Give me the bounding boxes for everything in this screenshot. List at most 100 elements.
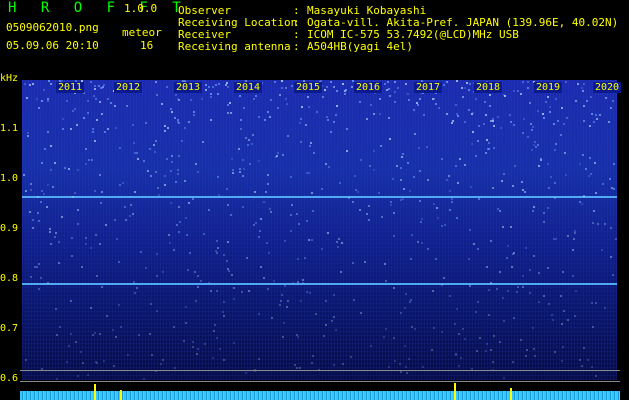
noise-speck (565, 173, 568, 176)
noise-speck (192, 110, 195, 113)
noise-speck (461, 95, 464, 98)
noise-speck (227, 86, 230, 89)
noise-speck (609, 226, 612, 229)
noise-speck (520, 181, 523, 184)
noise-speck (393, 234, 396, 237)
noise-speck (107, 127, 110, 130)
noise-speck (506, 257, 508, 260)
noise-speck (609, 256, 612, 259)
noise-speck (372, 168, 375, 171)
noise-speck (399, 370, 402, 373)
noise-speck (553, 196, 556, 199)
noise-speck (324, 163, 327, 166)
noise-speck (487, 313, 490, 316)
noise-speck (286, 135, 289, 138)
noise-speck (276, 107, 279, 110)
noise-speck (133, 191, 136, 194)
noise-speck (370, 104, 373, 106)
noise-speck (197, 286, 200, 289)
noise-speck (431, 289, 434, 292)
noise-speck (192, 114, 195, 117)
noise-speck (299, 117, 302, 120)
noise-speck (426, 146, 429, 149)
noise-speck (267, 111, 270, 114)
noise-speck (460, 357, 463, 360)
noise-speck (40, 200, 43, 203)
noise-speck (308, 239, 311, 242)
noise-speck (492, 119, 495, 122)
noise-speck (410, 325, 413, 328)
noise-speck (162, 270, 165, 273)
noise-speck (211, 357, 214, 360)
noise-speck (436, 206, 439, 209)
noise-speck (417, 240, 420, 243)
noise-speck (228, 270, 230, 273)
noise-speck (239, 171, 242, 174)
noise-speck (311, 355, 314, 358)
noise-speck (226, 111, 229, 114)
noise-speck (366, 213, 369, 216)
noise-speck (47, 98, 50, 101)
noise-speck (597, 223, 600, 226)
carrier-trace-upper (22, 196, 617, 198)
noise-speck (37, 263, 40, 266)
noise-speck (323, 334, 326, 337)
noise-speck (364, 261, 367, 264)
noise-speck (409, 189, 412, 192)
noise-speck (332, 315, 335, 318)
noise-speck (562, 345, 565, 348)
noise-speck (454, 103, 457, 106)
noise-speck (345, 127, 348, 130)
noise-speck (241, 291, 244, 294)
noise-speck (407, 358, 410, 361)
noise-speck (81, 361, 84, 364)
noise-speck (332, 293, 335, 296)
x-tick-label: 2013 (174, 82, 203, 93)
noise-speck (448, 209, 451, 212)
noise-speck (92, 130, 95, 133)
noise-speck (538, 272, 541, 275)
noise-speck (199, 280, 202, 283)
noise-speck (484, 113, 487, 116)
noise-speck (281, 293, 284, 296)
noise-speck (253, 223, 256, 226)
noise-speck (538, 301, 541, 304)
noise-speck (94, 98, 97, 101)
noise-speck (530, 123, 533, 126)
noise-speck (155, 139, 158, 142)
noise-speck (311, 192, 314, 195)
noise-speck (467, 258, 470, 261)
noise-speck (124, 219, 127, 222)
noise-speck (607, 121, 610, 124)
noise-speck (63, 166, 66, 169)
meta-key: Receiving Location (178, 16, 298, 29)
noise-speck (443, 277, 446, 280)
baseline-upper (20, 370, 620, 371)
noise-speck (289, 175, 292, 178)
noise-speck (426, 179, 429, 182)
noise-speck (554, 142, 557, 145)
noise-speck (90, 307, 93, 310)
noise-speck (243, 106, 246, 109)
noise-speck (91, 334, 94, 337)
noise-speck (489, 120, 492, 123)
noise-speck (543, 211, 546, 214)
noise-speck (456, 216, 459, 219)
noise-speck (574, 231, 577, 234)
noise-speck (215, 289, 218, 292)
noise-speck (549, 175, 552, 178)
noise-speck (341, 241, 344, 244)
noise-speck (372, 113, 375, 116)
noise-speck (548, 187, 551, 190)
noise-speck (113, 219, 116, 222)
noise-speck (170, 111, 173, 114)
noise-speck (164, 175, 166, 178)
noise-speck (359, 101, 362, 104)
noise-speck (125, 104, 128, 107)
noise-speck (286, 306, 289, 309)
noise-speck (32, 219, 35, 222)
noise-speck (522, 132, 525, 135)
noise-speck (582, 195, 585, 198)
noise-speck (386, 81, 389, 84)
noise-speck (533, 255, 536, 258)
